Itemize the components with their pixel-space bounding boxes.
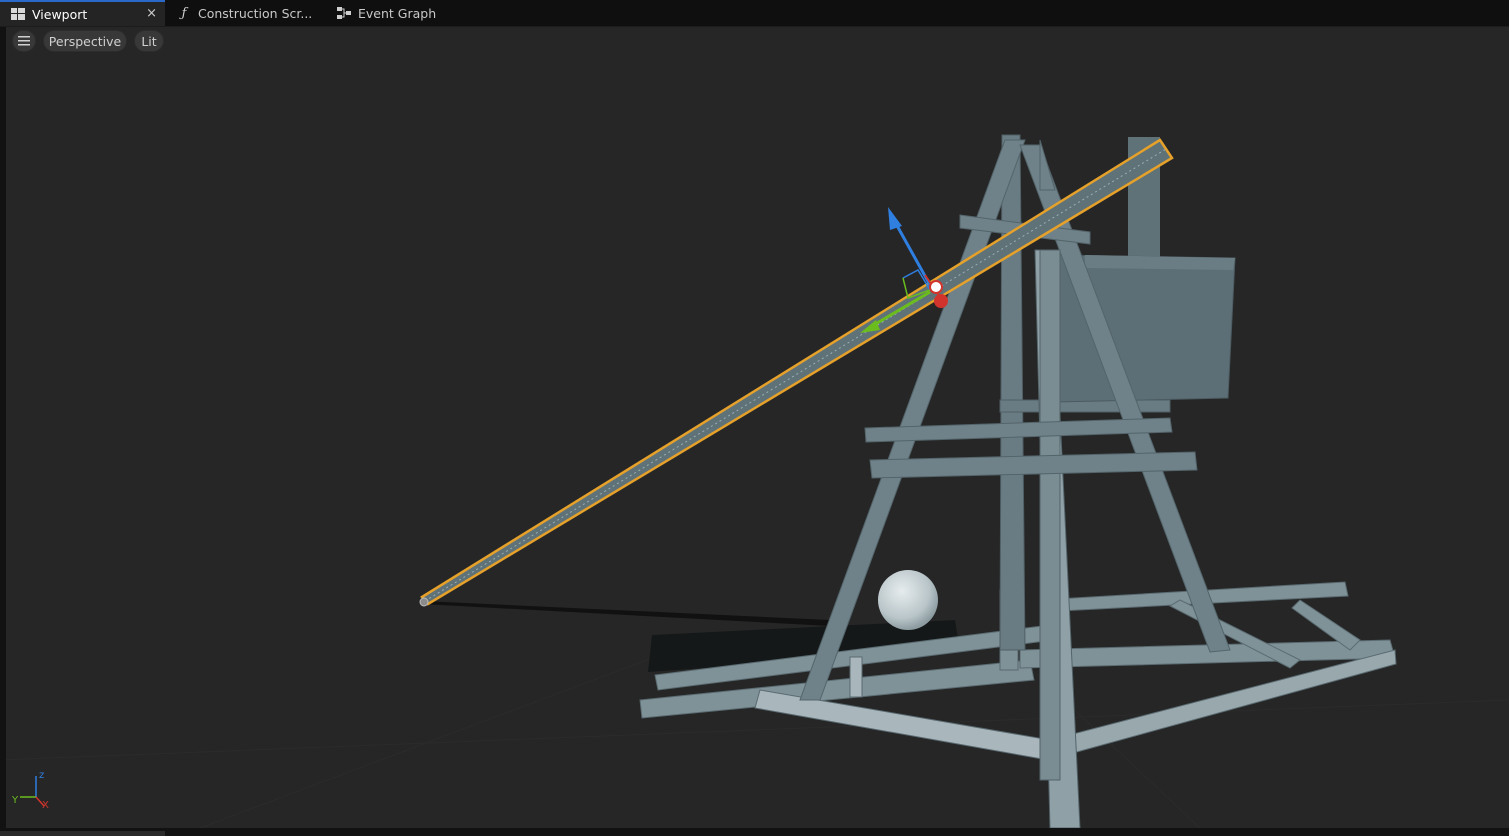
viewport-scene[interactable]: z Y X: [6, 27, 1509, 828]
lit-button[interactable]: Lit: [134, 30, 164, 52]
tab-viewport-label: Viewport: [32, 6, 88, 22]
tab-bar: Viewport × ƒ Construction Scr... Event G…: [0, 0, 1509, 27]
function-icon: ƒ: [181, 5, 187, 21]
axis-label-z: z: [39, 770, 44, 781]
viewport-menu-button[interactable]: [12, 30, 36, 52]
hamburger-icon: [18, 36, 30, 46]
status-bar: [0, 828, 1509, 836]
perspective-button[interactable]: Perspective: [43, 30, 127, 52]
tab-viewport[interactable]: Viewport ×: [0, 0, 165, 26]
tab-event-graph[interactable]: Event Graph: [334, 0, 464, 26]
projectile-ball[interactable]: [878, 570, 938, 630]
viewport-icon: [10, 6, 26, 22]
viewport[interactable]: z Y X Perspective Lit: [6, 27, 1509, 828]
tab-construction-script[interactable]: ƒ Construction Scr...: [172, 0, 327, 26]
tab-construction-script-label: Construction Scr...: [198, 5, 313, 21]
axis-label-y: Y: [11, 795, 19, 806]
close-icon[interactable]: ×: [146, 6, 157, 21]
tab-event-graph-label: Event Graph: [358, 5, 437, 21]
status-segment: [0, 831, 165, 836]
graph-icon: [336, 5, 352, 21]
axis-label-x: X: [42, 800, 49, 811]
